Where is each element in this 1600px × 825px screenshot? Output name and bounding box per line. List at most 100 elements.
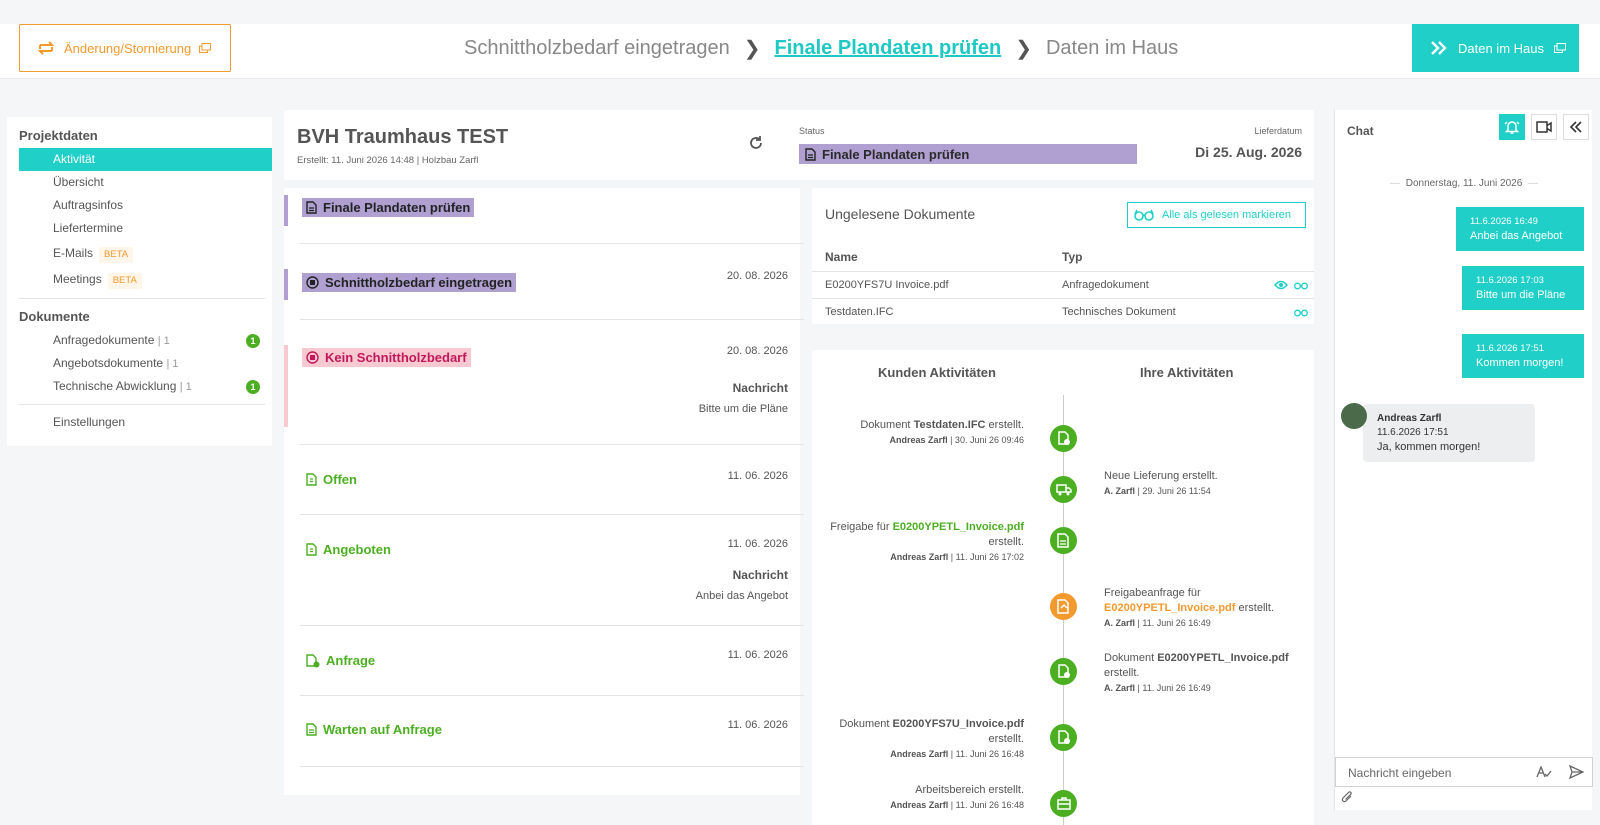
sidebar-item-emails[interactable]: E-Mails BETA: [7, 240, 272, 266]
outgoing-message: 11.6.2026 17:51 Kommen morgen!: [1462, 334, 1584, 378]
timeline-bar: [284, 345, 288, 427]
timeline-item: Finale Plandaten prüfen: [284, 188, 804, 244]
change-cancel-button[interactable]: Änderung/Stornierung: [19, 24, 231, 72]
sender-name: Andreas Zarfl: [1377, 413, 1442, 424]
workspace-icon: [1050, 790, 1077, 817]
message-time: 11.6.2026 17:51: [1476, 343, 1544, 354]
sidebar-item-anfragedokumente[interactable]: Anfragedokumente | 1 1: [7, 329, 272, 352]
timeline-date: 11. 06. 2026: [727, 719, 788, 731]
message-text: Kommen morgen!: [1476, 357, 1564, 369]
message-heading: Nachricht: [732, 568, 788, 582]
mark-all-read-button[interactable]: Alle als gelesen markieren: [1127, 202, 1306, 228]
double-chevron-right-icon: [1430, 40, 1448, 56]
glasses-icon: [1134, 209, 1154, 221]
activity-entry: Freigabe für E0200YPETL_Invoice.pdf erst…: [830, 521, 1024, 562]
table-row[interactable]: E0200YFS7U Invoice.pdf Anfragedokument: [812, 271, 1314, 298]
external-window-icon: [199, 43, 212, 53]
sidebar-item-liefertermine[interactable]: Liefertermine: [7, 217, 272, 240]
beta-badge: BETA: [107, 273, 142, 289]
timeline-bar: [284, 269, 288, 300]
column-header-name: Name: [825, 250, 858, 264]
truck-icon: [1050, 476, 1077, 503]
step-next[interactable]: Daten im Haus: [1046, 37, 1178, 60]
sidebar-item-auftragsinfos[interactable]: Auftragsinfos: [7, 194, 272, 217]
message-text: Ja, kommen morgen!: [1377, 441, 1481, 453]
delivery-label: Lieferdatum: [1254, 126, 1302, 136]
attachment-icon[interactable]: [1341, 791, 1353, 804]
sidebar-item-uebersicht[interactable]: Übersicht: [7, 171, 272, 194]
avatar: [1341, 403, 1367, 429]
unread-documents-panel: Ungelesene Dokumente Alle als gelesen ma…: [812, 188, 1314, 324]
activity-entry: Neue Lieferung erstellt. A. Zarfl | 29. …: [1104, 470, 1218, 496]
video-icon[interactable]: [1531, 114, 1557, 140]
divider: [19, 298, 265, 299]
sidebar-item-meetings[interactable]: Meetings BETA: [7, 266, 272, 292]
document-icon: [306, 201, 317, 214]
document-request-icon: [1050, 593, 1077, 620]
status-value: Finale Plandaten prüfen: [822, 146, 970, 162]
message-text: Anbei das Angebot: [695, 590, 788, 602]
sidebar-item-aktivitaet[interactable]: Aktivität: [19, 148, 272, 171]
timeline-label: Kein Schnittholzbedarf: [325, 350, 467, 365]
chat-title: Chat: [1347, 124, 1374, 138]
bell-icon[interactable]: [1499, 114, 1525, 140]
activity-entry: Dokument Testdaten.IFC erstellt. Andreas…: [860, 419, 1024, 445]
status-badge: Finale Plandaten prüfen: [799, 144, 1137, 164]
section-heading-dokumente: Dokumente: [19, 309, 90, 324]
document-icon: [306, 723, 317, 736]
item-count: | 1: [157, 335, 170, 347]
message-input[interactable]: Nachricht eingeben: [1335, 757, 1593, 787]
daten-im-haus-label: Daten im Haus: [1458, 40, 1544, 56]
timeline-label: Warten auf Anfrage: [323, 722, 442, 737]
sidebar-item-label: Aktivität: [53, 152, 96, 166]
sidebar-item-angebotsdokumente[interactable]: Angebotsdokumente | 1: [7, 352, 272, 375]
chat-date: Donnerstag, 11. Juni 2026: [1405, 178, 1523, 189]
timeline-tag: Warten auf Anfrage: [302, 720, 446, 739]
message-time: 11.6.2026 17:03: [1476, 275, 1544, 286]
doc-type: Anfragedokument: [1062, 279, 1149, 291]
item-count: | 1: [179, 381, 192, 393]
glasses-icon[interactable]: [1294, 280, 1308, 290]
project-meta: Erstellt: 11. Juni 2026 14:48 | Holzbau …: [297, 155, 479, 166]
step-current[interactable]: Finale Plandaten prüfen: [775, 37, 1002, 60]
unread-badge: 1: [246, 380, 260, 394]
daten-im-haus-button[interactable]: Daten im Haus: [1412, 24, 1579, 72]
message-text: Bitte um die Pläne: [1476, 289, 1566, 301]
sidebar-item-label: Angebotsdokumente: [53, 356, 164, 370]
document-add-icon: [1050, 724, 1077, 751]
beta-badge: BETA: [99, 247, 134, 263]
eye-icon[interactable]: [1274, 280, 1288, 290]
timeline-label: Finale Plandaten prüfen: [323, 200, 471, 215]
external-window-icon: [1553, 43, 1566, 53]
glasses-icon[interactable]: [1294, 307, 1308, 317]
step-previous[interactable]: Schnittholzbedarf eingetragen: [464, 37, 730, 60]
document-add-icon: [1050, 425, 1077, 452]
project-title: BVH Traumhaus TEST: [297, 126, 509, 148]
sidebar-item-technische-abwicklung[interactable]: Technische Abwicklung | 1 1: [7, 375, 272, 398]
collapse-icon[interactable]: [1563, 114, 1589, 140]
stop-icon: [306, 351, 319, 364]
sidebar-item-label: Übersicht: [53, 175, 104, 189]
top-bar: Änderung/Stornierung Schnittholzbedarf e…: [0, 24, 1600, 79]
unread-badge: 1: [246, 334, 260, 348]
spellcheck-icon[interactable]: [1536, 765, 1552, 779]
message-text: Anbei das Angebot: [1470, 230, 1563, 242]
timeline-label: Anfrage: [326, 653, 376, 668]
panel-title: Ungelesene Dokumente: [825, 206, 976, 222]
activity-entry: Dokument E0200YPETL_Invoice.pdf erstellt…: [1104, 652, 1289, 693]
refresh-icon[interactable]: [747, 134, 765, 152]
chevron-right-icon: ❯: [1015, 38, 1032, 60]
message-time: 11.6.2026 17:51: [1377, 427, 1449, 438]
status-label: Status: [799, 126, 825, 136]
sidebar-item-einstellungen[interactable]: Einstellungen: [7, 411, 272, 434]
document-clock-icon: [306, 653, 320, 667]
table-row[interactable]: Testdaten.IFC Technisches Dokument: [812, 298, 1314, 325]
timeline-tag: Offen: [302, 470, 361, 489]
incoming-message: Andreas Zarfl 11.6.2026 17:51 Ja, kommen…: [1363, 404, 1535, 462]
send-icon[interactable]: [1569, 765, 1584, 779]
customer-activities-heading: Kunden Aktivitäten: [878, 365, 996, 380]
status-timeline: Finale Plandaten prüfen Schnittholzbedar…: [284, 188, 804, 795]
timeline-label: Schnittholzbedarf eingetragen: [325, 275, 513, 290]
sidebar-item-label: Auftragsinfos: [53, 198, 124, 212]
timeline-item: Angeboten 11. 06. 2026 Nachricht Anbei d…: [300, 516, 804, 626]
